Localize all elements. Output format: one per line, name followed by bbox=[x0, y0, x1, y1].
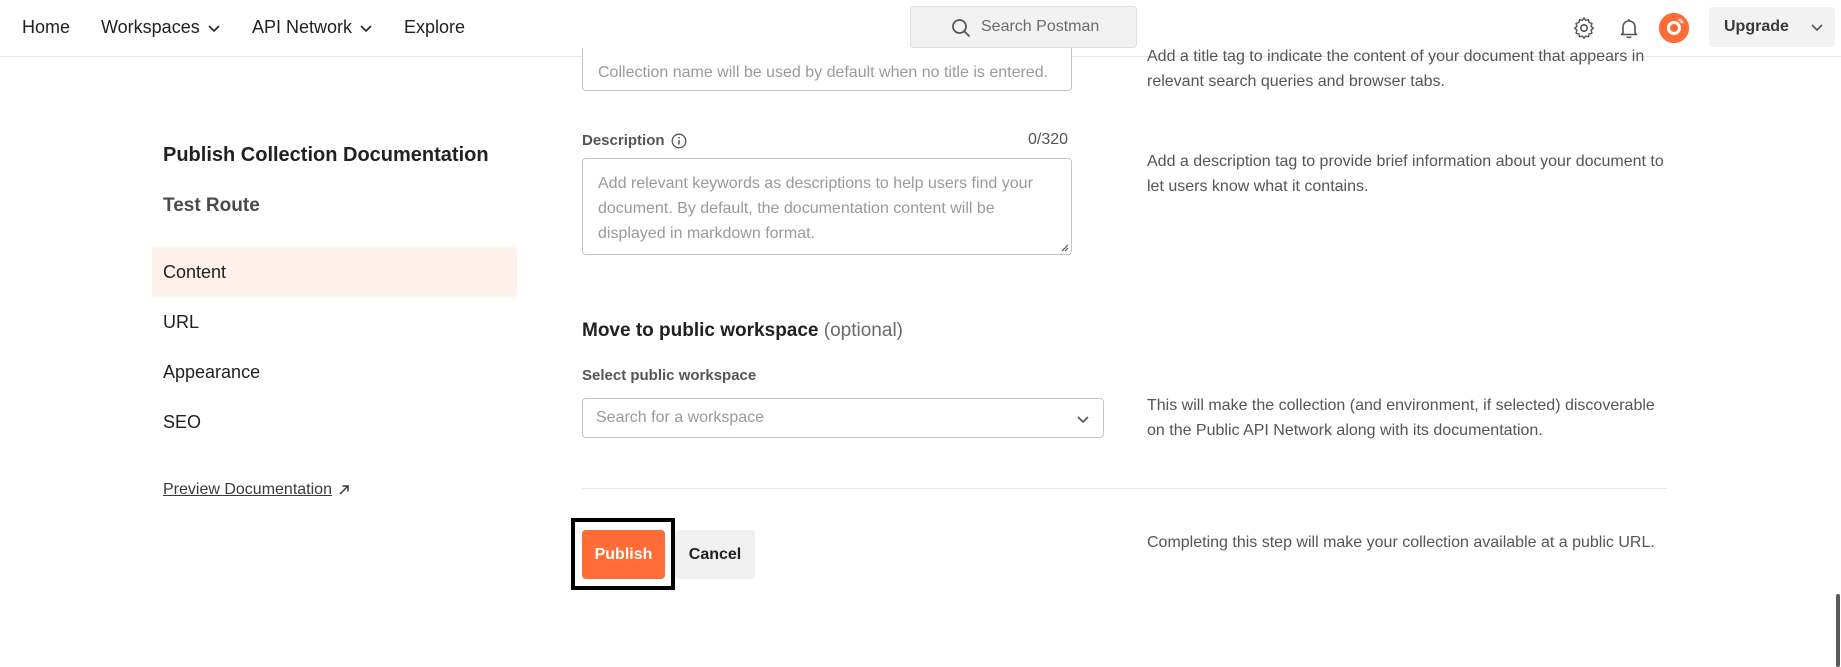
nav-explore-label: Explore bbox=[404, 17, 466, 37]
seo-title-help: Add a title tag to indicate the content … bbox=[1147, 48, 1645, 90]
nav-home-label: Home bbox=[22, 17, 71, 37]
external-link-icon bbox=[339, 485, 349, 495]
sidebar-item-label: Appearance bbox=[163, 361, 261, 382]
scrollbar[interactable] bbox=[1835, 57, 1841, 667]
workspace-help: This will make the collection (and envir… bbox=[1147, 397, 1655, 439]
publish-help: Completing this step will make your coll… bbox=[1147, 534, 1655, 551]
description-label: Description bbox=[582, 132, 687, 149]
sidebar-item-label: Content bbox=[163, 261, 227, 282]
bell-icon[interactable] bbox=[1617, 16, 1641, 40]
workspace-section-title-text: Move to public workspace bbox=[582, 320, 819, 341]
resize-handle-icon[interactable] bbox=[1059, 242, 1069, 252]
description-help: Add a description tag to provide brief i… bbox=[1147, 153, 1664, 195]
sidebar-item-label: URL bbox=[163, 311, 200, 332]
search-input[interactable]: Search Postman bbox=[910, 6, 1137, 48]
workspace-label: Select public workspace bbox=[582, 367, 757, 384]
scrollbar-thumb[interactable] bbox=[1836, 594, 1840, 667]
sidebar-item-label: SEO bbox=[163, 411, 202, 432]
workspace-select-placeholder: Search for a workspace bbox=[596, 409, 765, 426]
avatar[interactable] bbox=[1659, 13, 1689, 43]
search-placeholder: Search Postman bbox=[981, 18, 1100, 35]
seo-title-input[interactable]: Collection name will be used by default … bbox=[582, 48, 1072, 91]
description-counter: 0/320 bbox=[1028, 131, 1069, 148]
nav-workspaces-label: Workspaces bbox=[101, 17, 200, 37]
sidebar-item-seo[interactable]: SEO bbox=[152, 397, 517, 447]
description-textarea[interactable]: Add relevant keywords as descriptions to… bbox=[582, 158, 1072, 255]
chevron-down-icon bbox=[360, 24, 372, 32]
description-label-text: Description bbox=[582, 132, 665, 149]
nav-api-network-label: API Network bbox=[252, 17, 353, 37]
search-icon bbox=[952, 19, 971, 38]
sidebar-item-content[interactable]: Content bbox=[152, 247, 517, 297]
nav-api-network[interactable]: API Network bbox=[252, 17, 374, 38]
preview-documentation-link[interactable]: Preview Documentation bbox=[163, 481, 350, 499]
sidebar-item-appearance[interactable]: Appearance bbox=[152, 347, 517, 397]
page-title: Publish Collection Documentation bbox=[163, 144, 489, 166]
chevron-down-icon bbox=[1811, 24, 1823, 32]
divider bbox=[582, 488, 1667, 489]
upgrade-label: Upgrade bbox=[1724, 18, 1789, 35]
workspace-section-title: Move to public workspace (optional) bbox=[582, 320, 903, 342]
chevron-down-icon bbox=[208, 24, 220, 32]
postman-logo-icon bbox=[1659, 13, 1689, 43]
collection-name: Test Route bbox=[163, 195, 260, 216]
cancel-button[interactable]: Cancel bbox=[675, 530, 755, 579]
workspace-select[interactable]: Search for a workspace bbox=[582, 398, 1104, 438]
preview-documentation-label: Preview Documentation bbox=[163, 481, 332, 498]
upgrade-button[interactable]: Upgrade bbox=[1709, 7, 1835, 47]
nav-home[interactable]: Home bbox=[22, 17, 70, 38]
seo-title-placeholder: Collection name will be used by default … bbox=[598, 64, 1049, 81]
nav-workspaces[interactable]: Workspaces bbox=[101, 17, 222, 38]
sidebar-item-url[interactable]: URL bbox=[152, 297, 517, 347]
chevron-down-icon bbox=[1077, 416, 1089, 424]
workspace-section-optional: (optional) bbox=[823, 320, 903, 341]
info-icon[interactable] bbox=[671, 133, 687, 149]
description-placeholder: Add relevant keywords as descriptions to… bbox=[598, 175, 1033, 242]
nav-explore[interactable]: Explore bbox=[404, 17, 465, 38]
publish-button[interactable]: Publish bbox=[582, 530, 665, 579]
gear-icon[interactable] bbox=[1572, 16, 1596, 40]
